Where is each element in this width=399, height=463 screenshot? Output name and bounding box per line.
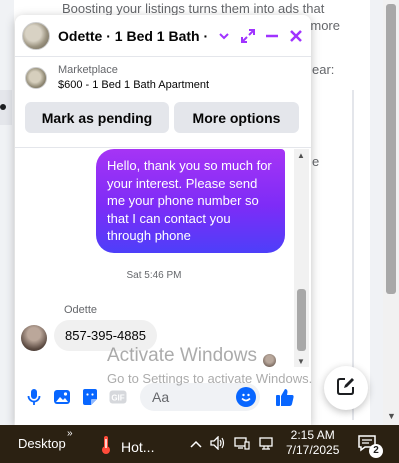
- network-icon[interactable]: [234, 436, 250, 453]
- chat-scrollbar[interactable]: ▲ ▼: [294, 149, 309, 367]
- notification-center-button[interactable]: 2: [357, 434, 383, 458]
- clock-time: 2:15 AM: [290, 428, 335, 442]
- incoming-message[interactable]: 857-395-4885: [54, 320, 157, 351]
- background-edge-text-1: ear:: [312, 62, 335, 77]
- toolbar-expand-icon[interactable]: »: [67, 428, 73, 439]
- minimize-icon[interactable]: [260, 24, 284, 48]
- scroll-up-arrow-icon[interactable]: ▲: [297, 151, 305, 160]
- keyboard-icon[interactable]: [258, 436, 274, 453]
- scroll-down-arrow-icon[interactable]: ▼: [387, 411, 396, 421]
- background-dot: [0, 104, 6, 110]
- chevron-down-icon[interactable]: [212, 24, 236, 48]
- sender-name: Odette: [64, 304, 98, 316]
- listing-thumbnail: [25, 66, 47, 89]
- weather-widget[interactable]: Hot...: [100, 435, 154, 458]
- chevron-up-icon[interactable]: [190, 437, 202, 452]
- notification-badge: 2: [369, 444, 383, 458]
- listing-title: $600 - 1 Bed 1 Bath Apartment: [58, 79, 210, 91]
- compose-icon: [336, 376, 356, 401]
- desktop-toolbar-label[interactable]: Desktop: [18, 436, 66, 451]
- page-scrollbar[interactable]: ▼: [383, 0, 399, 425]
- thermometer-icon: [100, 435, 112, 458]
- scroll-down-arrow-icon[interactable]: ▼: [297, 357, 305, 366]
- listing-summary[interactable]: Marketplace $600 - 1 Bed 1 Bath Apartmen…: [25, 64, 209, 91]
- emoji-icon[interactable]: [236, 387, 256, 407]
- read-receipt-avatar: [263, 354, 276, 367]
- page-scrollbar-thumb[interactable]: [386, 4, 396, 294]
- new-message-button[interactable]: [324, 366, 368, 410]
- clock-date: 7/17/2025: [286, 443, 340, 457]
- chat-window: Odette · 1 Bed 1 Bath · Marketplace $600…: [15, 15, 311, 425]
- expand-icon[interactable]: [236, 24, 260, 48]
- background-edge-text-2: e: [312, 154, 320, 169]
- speaker-icon[interactable]: [210, 435, 226, 453]
- svg-text:GIF: GIF: [111, 394, 124, 403]
- marketplace-label: Marketplace: [58, 64, 118, 76]
- system-clock[interactable]: 2:15 AM 7/17/2025: [286, 428, 339, 458]
- message-list: Hello, thank you so much for your intere…: [15, 149, 311, 374]
- sticker-icon[interactable]: [80, 387, 100, 407]
- marketplace-listing: Marketplace $600 - 1 Bed 1 Bath Apartmen…: [15, 58, 311, 148]
- message-input[interactable]: [152, 389, 232, 405]
- message-timestamp: Sat 5:46 PM: [126, 270, 182, 281]
- close-icon[interactable]: [284, 24, 308, 48]
- outgoing-message[interactable]: Hello, thank you so much for your intere…: [96, 149, 285, 253]
- chat-scrollbar-thumb[interactable]: [297, 289, 306, 351]
- photo-icon[interactable]: [52, 387, 72, 407]
- taskbar: Desktop » Hot... 2:15 AM 7/17/2025 2: [0, 425, 399, 463]
- avatar[interactable]: [21, 325, 47, 351]
- weather-label: Hot...: [121, 438, 155, 455]
- mark-as-pending-button[interactable]: Mark as pending: [25, 102, 169, 133]
- thumbs-up-icon[interactable]: [274, 386, 296, 408]
- system-tray: [190, 435, 282, 453]
- microphone-icon[interactable]: [24, 387, 44, 407]
- chat-header: Odette · 1 Bed 1 Bath ·: [15, 15, 311, 57]
- message-composer: GIF: [15, 379, 311, 415]
- chat-title[interactable]: Odette · 1 Bed 1 Bath ·: [58, 28, 208, 44]
- gif-icon[interactable]: GIF: [108, 387, 128, 407]
- more-options-button[interactable]: More options: [174, 102, 299, 133]
- message-input-wrapper: [140, 383, 260, 411]
- avatar[interactable]: [22, 21, 50, 50]
